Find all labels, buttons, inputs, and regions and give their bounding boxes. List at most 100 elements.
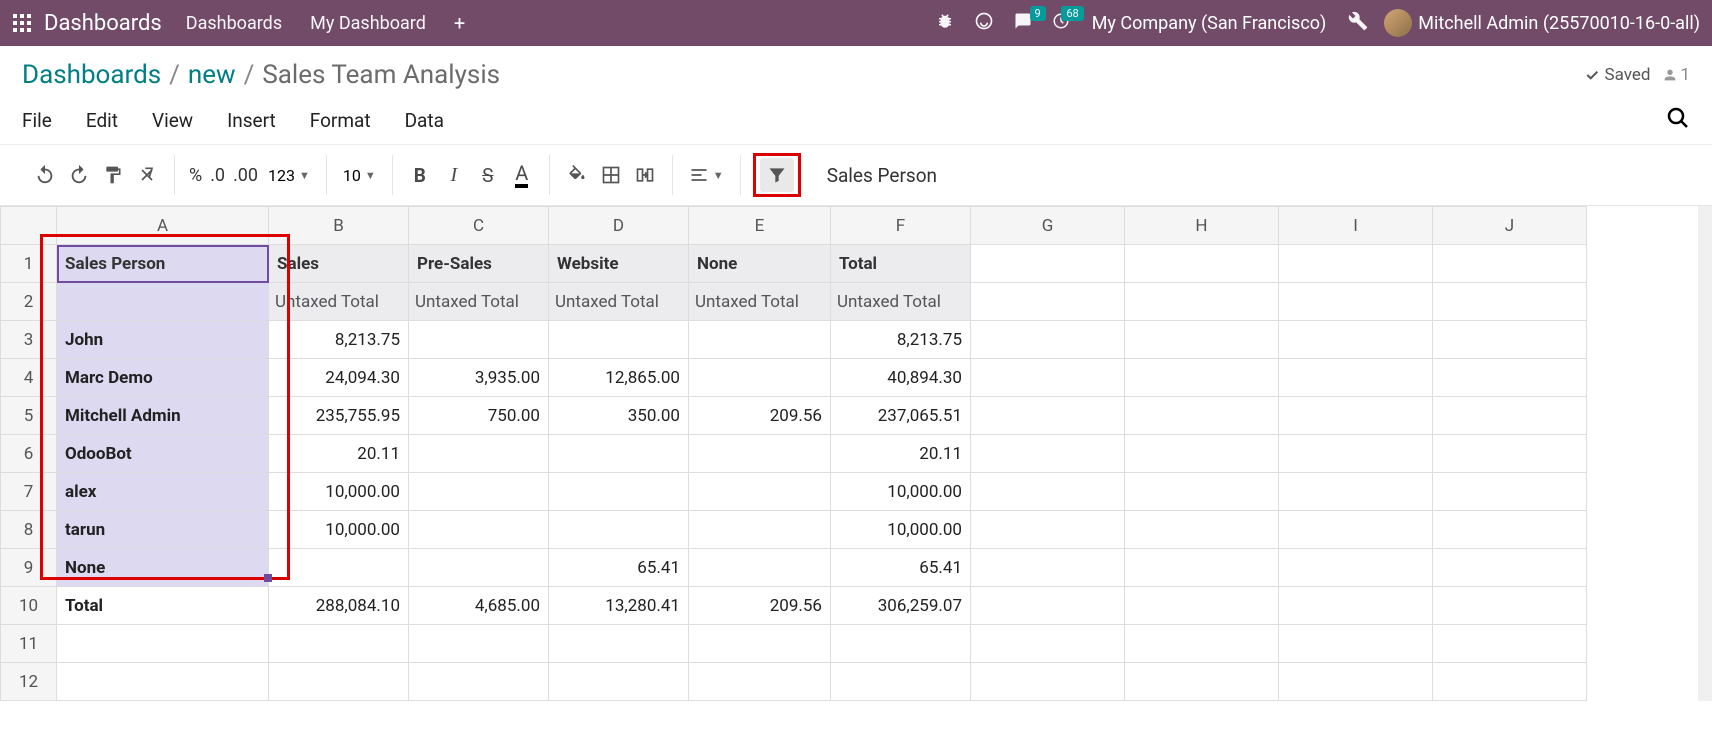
cell[interactable]: 306,259.07 — [831, 587, 971, 625]
cell[interactable] — [689, 321, 831, 359]
col-header-H[interactable]: H — [1125, 207, 1279, 245]
col-header-I[interactable]: I — [1279, 207, 1433, 245]
cell[interactable] — [549, 321, 689, 359]
add-tab-icon[interactable]: + — [454, 11, 465, 35]
row-header[interactable]: 1 — [1, 245, 57, 283]
crumb-root[interactable]: Dashboards — [22, 60, 161, 90]
cell[interactable]: 10,000.00 — [269, 473, 409, 511]
cell[interactable]: 10,000.00 — [831, 511, 971, 549]
activity-icon[interactable]: 68 — [1052, 12, 1070, 35]
clear-format-icon[interactable] — [130, 158, 164, 192]
borders-icon[interactable] — [594, 158, 628, 192]
spreadsheet[interactable]: A B C D E F G H I J 1 Sales Person Sales… — [0, 206, 1712, 701]
bug-icon[interactable] — [936, 12, 954, 35]
format-percent[interactable]: % — [185, 165, 206, 186]
cell[interactable] — [689, 473, 831, 511]
cell[interactable]: Total — [57, 587, 269, 625]
cell[interactable]: None — [57, 549, 269, 587]
debug-icon[interactable] — [1348, 11, 1368, 36]
align-dropdown[interactable]: ▼ — [683, 165, 730, 185]
cell[interactable]: 288,084.10 — [269, 587, 409, 625]
filter-icon[interactable] — [760, 158, 794, 192]
cell[interactable]: Website — [549, 245, 689, 283]
cell[interactable]: 24,094.30 — [269, 359, 409, 397]
menu-edit[interactable]: Edit — [86, 109, 118, 132]
user-count[interactable]: 1 — [1662, 65, 1690, 85]
cell[interactable]: 65.41 — [549, 549, 689, 587]
cell[interactable]: Sales Person — [57, 245, 269, 283]
row-header[interactable]: 10 — [1, 587, 57, 625]
cell[interactable]: Untaxed Total — [409, 283, 549, 321]
row-header[interactable]: 9 — [1, 549, 57, 587]
cell[interactable] — [549, 511, 689, 549]
row-header[interactable]: 4 — [1, 359, 57, 397]
menu-insert[interactable]: Insert — [227, 109, 276, 132]
nav-link-my-dashboard[interactable]: My Dashboard — [310, 13, 426, 34]
cell[interactable]: 350.00 — [549, 397, 689, 435]
row-header[interactable]: 7 — [1, 473, 57, 511]
cell[interactable]: 40,894.30 — [831, 359, 971, 397]
format-dec[interactable]: .0 — [206, 165, 229, 186]
format-dec2[interactable]: .00 — [229, 165, 262, 186]
cell[interactable] — [409, 549, 549, 587]
cell[interactable] — [689, 511, 831, 549]
row-header[interactable]: 11 — [1, 625, 57, 663]
menu-format[interactable]: Format — [310, 109, 371, 132]
cell[interactable]: Marc Demo — [57, 359, 269, 397]
app-brand[interactable]: Dashboards — [44, 11, 162, 36]
cell[interactable]: 209.56 — [689, 587, 831, 625]
cell[interactable]: Sales — [269, 245, 409, 283]
menu-data[interactable]: Data — [405, 109, 444, 132]
cell[interactable]: 65.41 — [831, 549, 971, 587]
fill-color-icon[interactable] — [560, 158, 594, 192]
cell[interactable]: Untaxed Total — [831, 283, 971, 321]
col-header-B[interactable]: B — [269, 207, 409, 245]
cell[interactable] — [689, 435, 831, 473]
cell[interactable]: alex — [57, 473, 269, 511]
nav-link-dashboards[interactable]: Dashboards — [186, 13, 282, 34]
vertical-scrollbar[interactable] — [1698, 206, 1712, 701]
col-header-C[interactable]: C — [409, 207, 549, 245]
cell[interactable] — [689, 549, 831, 587]
menu-file[interactable]: File — [22, 109, 52, 132]
cell[interactable] — [409, 435, 549, 473]
merge-cells-icon[interactable] — [628, 158, 662, 192]
support-icon[interactable] — [974, 11, 994, 36]
avatar[interactable] — [1384, 9, 1412, 37]
company-selector[interactable]: My Company (San Francisco) — [1092, 13, 1327, 34]
cell[interactable]: 8,213.75 — [831, 321, 971, 359]
cell[interactable]: Mitchell Admin — [57, 397, 269, 435]
cell[interactable]: 4,685.00 — [409, 587, 549, 625]
row-header[interactable]: 3 — [1, 321, 57, 359]
italic-button[interactable]: I — [437, 158, 471, 192]
selection-handle[interactable] — [264, 574, 272, 582]
apps-icon[interactable] — [8, 9, 36, 37]
strike-button[interactable]: S — [471, 158, 505, 192]
font-size-dropdown[interactable]: 10▼ — [337, 166, 382, 185]
cell[interactable] — [409, 473, 549, 511]
paint-format-icon[interactable] — [96, 158, 130, 192]
cell[interactable]: Untaxed Total — [689, 283, 831, 321]
cell[interactable]: 235,755.95 — [269, 397, 409, 435]
cell[interactable]: 209.56 — [689, 397, 831, 435]
crumb-new[interactable]: new — [188, 60, 236, 90]
cell[interactable]: 20.11 — [269, 435, 409, 473]
cell[interactable]: 3,935.00 — [409, 359, 549, 397]
chat-icon[interactable]: 9 — [1014, 12, 1032, 35]
redo-icon[interactable] — [62, 158, 96, 192]
cell[interactable]: 8,213.75 — [269, 321, 409, 359]
cell[interactable]: OdooBot — [57, 435, 269, 473]
cell[interactable]: 237,065.51 — [831, 397, 971, 435]
col-header-D[interactable]: D — [549, 207, 689, 245]
cell[interactable] — [549, 435, 689, 473]
row-header[interactable]: 5 — [1, 397, 57, 435]
cell[interactable]: 10,000.00 — [831, 473, 971, 511]
cell[interactable]: 12,865.00 — [549, 359, 689, 397]
cell[interactable] — [57, 283, 269, 321]
select-all-corner[interactable] — [1, 207, 57, 245]
col-header-A[interactable]: A — [57, 207, 269, 245]
cell[interactable]: tarun — [57, 511, 269, 549]
row-header[interactable]: 12 — [1, 663, 57, 701]
cell[interactable] — [689, 359, 831, 397]
col-header-F[interactable]: F — [831, 207, 971, 245]
